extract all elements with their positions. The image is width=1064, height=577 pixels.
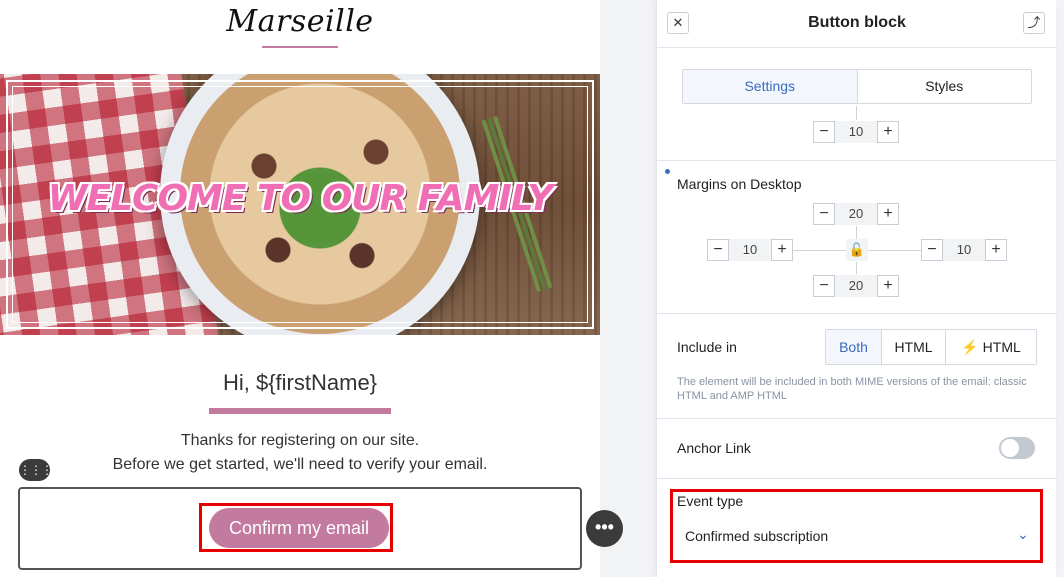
include-amp-label: HTML	[982, 339, 1021, 355]
logo-underline	[262, 46, 338, 48]
margins-label: Margins on Desktop	[677, 176, 802, 192]
lightning-icon: ⚡	[961, 339, 979, 355]
include-both-option[interactable]: Both	[826, 330, 882, 364]
minus-icon[interactable]: −	[813, 203, 835, 225]
margin-top-value[interactable]: 20	[835, 203, 877, 225]
divider	[657, 478, 1057, 479]
plus-icon[interactable]: +	[985, 239, 1007, 261]
button-block-panel: ✕ Button block ⤴ Settings Styles − 10 + …	[656, 0, 1057, 577]
padding-stepper[interactable]: − 10 +	[813, 121, 899, 143]
include-in-label: Include in	[677, 339, 737, 355]
plus-icon[interactable]: +	[877, 275, 899, 297]
connector-line	[856, 226, 857, 239]
margin-left-value[interactable]: 10	[729, 239, 771, 261]
plus-icon[interactable]: +	[877, 203, 899, 225]
margin-right-stepper[interactable]: − 10 +	[921, 239, 1007, 261]
body-text-line[interactable]: Thanks for registering on our site.	[0, 432, 600, 450]
body-text-line[interactable]: Before we get started, we'll need to ver…	[0, 456, 600, 474]
panel-title: Button block	[808, 14, 906, 31]
divider	[657, 418, 1057, 419]
drag-handle-icon[interactable]: ⋮⋮⋮	[19, 459, 53, 481]
minus-icon[interactable]: −	[707, 239, 729, 261]
divider	[657, 160, 1057, 161]
modified-indicator-dot	[665, 169, 670, 174]
hero-title: WELCOME TO OUR FAMILY	[47, 178, 553, 219]
divider	[657, 313, 1057, 314]
confirm-email-button[interactable]: Confirm my email	[209, 508, 389, 548]
more-options-icon[interactable]: •••	[586, 510, 623, 547]
include-in-segmented: Both HTML ⚡ HTML	[825, 329, 1037, 365]
connector-line	[856, 106, 857, 120]
plus-icon[interactable]: +	[877, 121, 899, 143]
include-amp-option[interactable]: ⚡ HTML	[946, 330, 1036, 364]
minus-icon[interactable]: −	[813, 121, 835, 143]
minus-icon[interactable]: −	[921, 239, 943, 261]
lock-icon[interactable]: 🔓	[846, 239, 868, 261]
email-canvas: Marseille WELCOME TO OUR FAMILY Hi, ${fi…	[0, 0, 600, 577]
event-type-select[interactable]: Confirmed subscription	[685, 528, 1035, 544]
tab-styles[interactable]: Styles	[858, 70, 1032, 103]
panel-header: ✕ Button block ⤴	[657, 0, 1057, 48]
include-in-helper-text: The element will be included in both MIM…	[677, 376, 1027, 402]
anchor-link-toggle[interactable]	[999, 437, 1035, 459]
margin-left-stepper[interactable]: − 10 +	[707, 239, 793, 261]
anchor-link-label: Anchor Link	[677, 440, 751, 456]
margin-right-value[interactable]: 10	[943, 239, 985, 261]
chevron-down-icon[interactable]: ⌄	[1017, 526, 1029, 543]
connector-line	[793, 250, 846, 251]
tab-settings[interactable]: Settings	[683, 70, 858, 103]
logo: Marseille	[226, 4, 374, 39]
hero-image[interactable]: WELCOME TO OUR FAMILY	[0, 74, 600, 335]
margin-bottom-value[interactable]: 20	[835, 275, 877, 297]
minus-icon[interactable]: −	[813, 275, 835, 297]
margin-top-stepper[interactable]: − 20 +	[813, 203, 899, 225]
toggle-knob	[1001, 439, 1019, 457]
event-type-label: Event type	[677, 493, 744, 509]
margin-bottom-stepper[interactable]: − 20 +	[813, 275, 899, 297]
panel-tabs: Settings Styles	[682, 69, 1032, 104]
greeting-heading[interactable]: Hi, ${firstName}	[0, 370, 600, 396]
plus-icon[interactable]: +	[771, 239, 793, 261]
include-html-option[interactable]: HTML	[882, 330, 946, 364]
connector-line	[868, 250, 921, 251]
stepper-value[interactable]: 10	[835, 121, 877, 143]
connector-line	[856, 262, 857, 274]
greeting-underline	[209, 408, 391, 414]
collapse-icon[interactable]: ⤴	[1023, 12, 1045, 34]
